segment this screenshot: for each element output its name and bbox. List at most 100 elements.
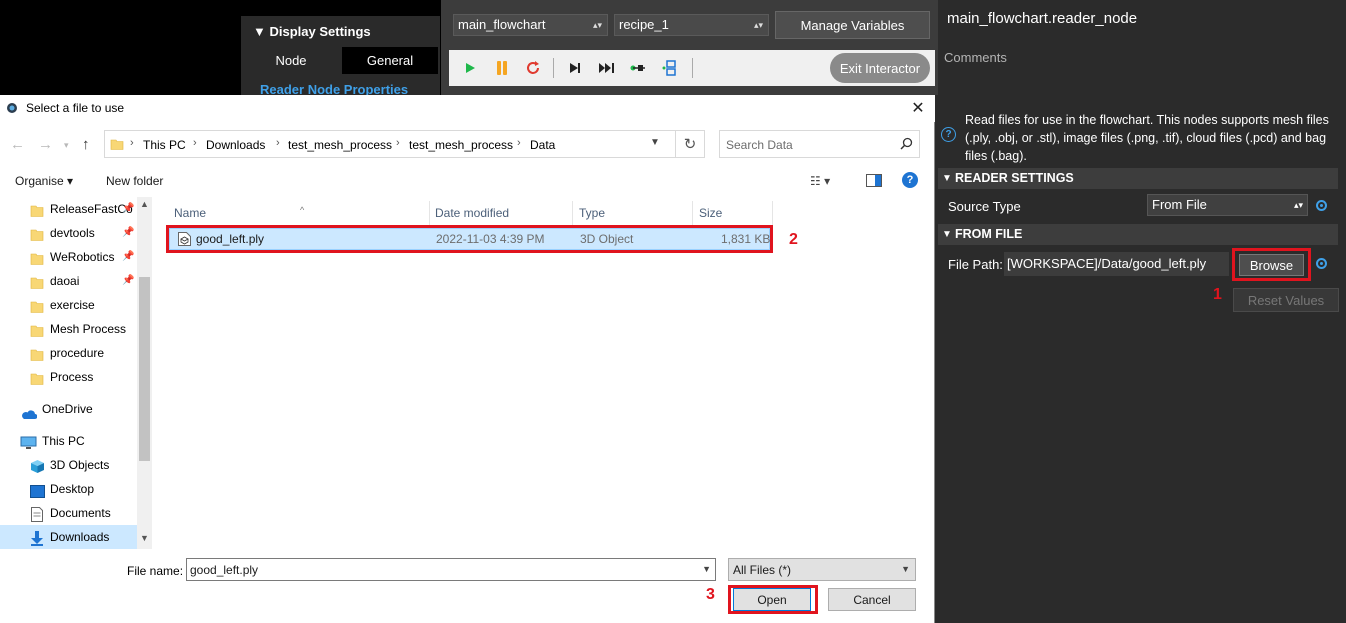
nav-item-exercise[interactable]: exercise	[0, 293, 137, 317]
nav-item-label: Downloads	[50, 530, 110, 544]
nav-item-this-pc[interactable]: This PC	[0, 429, 137, 453]
breadcrumb-this-pc[interactable]: This PC	[143, 138, 186, 152]
file-path-link-radio[interactable]	[1316, 258, 1327, 269]
organise-button[interactable]: Organise ▾	[15, 174, 73, 188]
chevron-down-icon[interactable]: ▼	[702, 564, 711, 574]
pause-icon[interactable]	[492, 58, 512, 78]
preview-pane-icon[interactable]	[866, 174, 882, 190]
from-file-header[interactable]: ▼ FROM FILE	[938, 224, 1338, 245]
nav-item-label: This PC	[42, 434, 85, 448]
file-name-cell: good_left.ply	[196, 232, 265, 246]
nav-item-werobotics[interactable]: WeRobotics 📌	[0, 245, 137, 269]
updown-arrow-icon: ▴▾	[1293, 200, 1303, 210]
breadcrumb-downloads[interactable]: Downloads	[206, 138, 265, 152]
search-icon[interactable]	[900, 137, 913, 153]
nav-pane-scrollbar[interactable]: ▲ ▼	[137, 197, 152, 549]
view-options-icon[interactable]: ☷ ▾	[810, 174, 830, 188]
column-header-type[interactable]: Type	[573, 201, 693, 225]
file-type-cell: 3D Object	[580, 232, 634, 246]
breadcrumb-separator-icon[interactable]: ›	[193, 137, 197, 149]
breadcrumb-test-mesh-process-2[interactable]: test_mesh_process	[409, 138, 513, 152]
nav-item-label: devtools	[50, 226, 95, 240]
help-icon[interactable]: ?	[902, 172, 918, 188]
new-folder-button[interactable]: New folder	[106, 174, 163, 188]
step-icon[interactable]	[565, 58, 585, 78]
nav-item-label: OneDrive	[42, 402, 93, 416]
nav-item-label: Documents	[50, 506, 111, 520]
source-type-value: From File	[1152, 197, 1207, 212]
open-button[interactable]: Open	[733, 588, 811, 611]
pin-icon[interactable]: 📌	[122, 221, 134, 245]
up-arrow-icon[interactable]: ↑	[82, 136, 90, 153]
close-icon[interactable]: ✕	[908, 98, 928, 118]
navigation-pane: ReleaseFastCo 📌 devtools 📌 WeRobotics 📌 …	[0, 197, 152, 549]
flowchart-select[interactable]: main_flowchart ▴▾	[453, 14, 608, 36]
play-icon[interactable]	[460, 58, 480, 78]
annotation-step-2: 2	[789, 231, 798, 248]
search-box[interactable]	[719, 130, 920, 158]
file-size-cell: 1,831 KB	[721, 232, 771, 246]
nav-item-documents[interactable]: Documents	[0, 501, 137, 525]
table-row[interactable]: good_left.ply 2022-11-03 4:39 PM 3D Obje…	[169, 228, 770, 250]
flow-node-icon[interactable]	[660, 58, 680, 78]
source-type-link-radio[interactable]	[1316, 200, 1327, 211]
nav-item-process[interactable]: Process	[0, 365, 137, 389]
breadcrumb-test-mesh-process[interactable]: test_mesh_process	[288, 138, 392, 152]
nav-item-onedrive[interactable]: OneDrive	[0, 397, 137, 421]
nav-item-3d-objects[interactable]: 3D Objects	[0, 453, 137, 477]
search-input[interactable]	[726, 136, 891, 153]
breadcrumb-separator-icon[interactable]: ›	[276, 137, 280, 149]
cancel-button[interactable]: Cancel	[828, 588, 916, 611]
file-type-select[interactable]: All Files (*) ▼	[728, 558, 916, 581]
annotation-step-1: 1	[1213, 286, 1222, 303]
run-to-node-icon[interactable]	[628, 58, 648, 78]
back-arrow-icon[interactable]: ←	[10, 136, 25, 153]
breadcrumb-separator-icon[interactable]: ›	[517, 137, 521, 149]
tab-node[interactable]: Node	[241, 47, 341, 74]
manage-variables-button[interactable]: Manage Variables	[775, 11, 930, 39]
nav-item-desktop[interactable]: Desktop	[0, 477, 137, 501]
pin-icon[interactable]: 📌	[122, 269, 134, 293]
refresh-icon[interactable]: ↻	[676, 130, 705, 158]
recipe-select[interactable]: recipe_1 ▴▾	[614, 14, 769, 36]
chevron-down-icon[interactable]: ▼	[650, 137, 660, 148]
display-settings-title[interactable]: ▼ Display Settings	[253, 24, 371, 39]
downloads-icon	[30, 530, 44, 549]
source-type-select[interactable]: From File ▴▾	[1147, 194, 1308, 216]
scrollbar-thumb[interactable]	[139, 277, 150, 461]
nav-item-releasefastco[interactable]: ReleaseFastCo 📌	[0, 197, 137, 221]
exit-interactor-button[interactable]: Exit Interactor	[830, 53, 930, 83]
scroll-up-icon[interactable]: ▲	[140, 199, 149, 209]
column-header-size[interactable]: Size	[693, 201, 773, 225]
chevron-down-icon: ▼	[901, 564, 910, 574]
nav-item-mesh-process[interactable]: Mesh Process	[0, 317, 137, 341]
help-icon[interactable]: ?	[941, 127, 956, 142]
command-bar: Organise ▾ New folder ☷ ▾ ?	[0, 168, 935, 194]
file-name-input[interactable]: good_left.ply ▼	[186, 558, 716, 581]
nav-item-devtools[interactable]: devtools 📌	[0, 221, 137, 245]
nav-item-downloads[interactable]: Downloads	[0, 525, 137, 549]
pin-icon[interactable]: 📌	[122, 245, 134, 269]
dialog-titlebar: Select a file to use ✕	[0, 95, 935, 122]
column-header-date-modified[interactable]: Date modified	[429, 201, 573, 225]
breadcrumb-data[interactable]: Data	[530, 138, 555, 152]
file-path-label: File Path:	[948, 257, 1003, 272]
updown-arrow-icon: ▴▾	[753, 20, 763, 30]
column-header-name[interactable]: ^ Name	[168, 201, 430, 225]
address-bar[interactable]: › This PC › Downloads › test_mesh_proces…	[104, 130, 676, 158]
file-path-field[interactable]: [WORKSPACE]/Data/good_left.ply	[1004, 252, 1229, 276]
forward-arrow-icon[interactable]: →	[38, 136, 53, 153]
browse-button[interactable]: Browse	[1239, 254, 1304, 276]
comments-label[interactable]: Comments	[944, 50, 1007, 65]
nav-item-daoai[interactable]: daoai 📌	[0, 269, 137, 293]
recent-locations-chevron-icon[interactable]: ▾	[64, 140, 69, 151]
breadcrumb-separator-icon[interactable]: ›	[396, 137, 400, 149]
nav-item-procedure[interactable]: procedure	[0, 341, 137, 365]
pin-icon[interactable]: 📌	[122, 197, 134, 221]
reader-settings-header[interactable]: ▼ READER SETTINGS	[938, 168, 1338, 189]
fast-forward-icon[interactable]	[597, 58, 617, 78]
tab-general[interactable]: General	[342, 47, 438, 74]
scroll-down-icon[interactable]: ▼	[140, 533, 149, 543]
reload-icon[interactable]	[523, 58, 543, 78]
reset-values-button[interactable]: Reset Values	[1233, 288, 1339, 312]
